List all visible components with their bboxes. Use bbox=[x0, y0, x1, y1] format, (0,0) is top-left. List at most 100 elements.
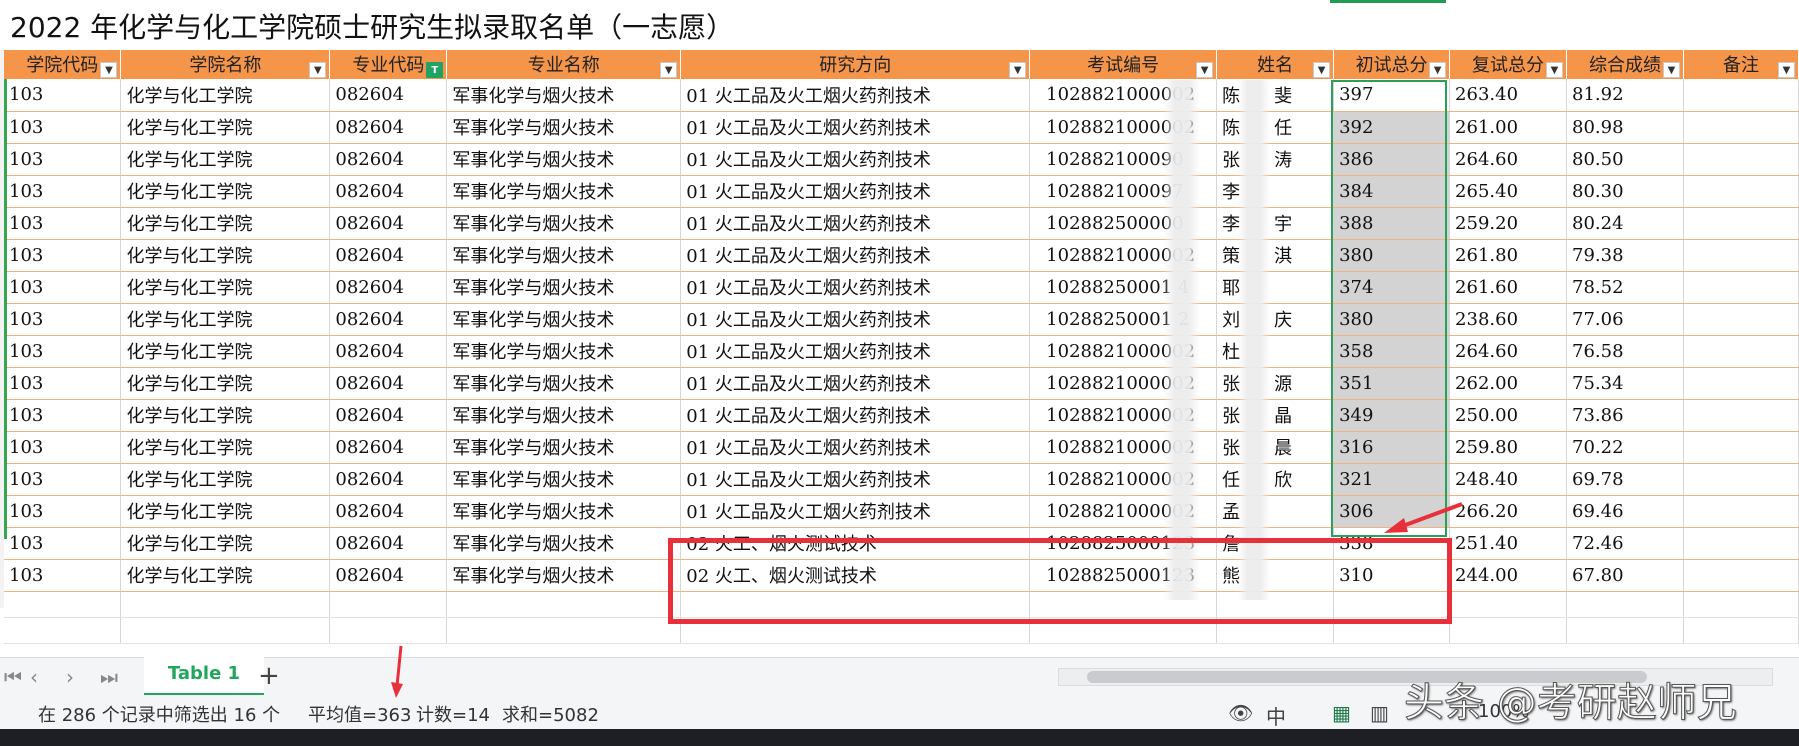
cell-remark[interactable] bbox=[1683, 367, 1799, 400]
column-header[interactable]: 学院名称 ▼ bbox=[120, 50, 331, 79]
cell-remark[interactable] bbox=[1683, 527, 1799, 560]
cell-remark[interactable] bbox=[1683, 335, 1799, 368]
empty-cell[interactable] bbox=[4, 591, 122, 618]
cell-student-name[interactable]: 张晨 bbox=[1216, 431, 1335, 464]
column-header[interactable]: 学院代码 ▼ bbox=[4, 50, 122, 79]
cell-college-name[interactable]: 化学与化工学院 bbox=[120, 367, 331, 400]
cell-student-name[interactable]: 陈任 bbox=[1216, 111, 1335, 144]
cell-major-name[interactable]: 军事化学与烟火技术 bbox=[446, 399, 682, 432]
filter-dropdown-icon[interactable]: ▼ bbox=[309, 62, 327, 78]
cell-retest-score[interactable]: 265.40 bbox=[1449, 175, 1567, 208]
cell-initial-score[interactable]: 351 bbox=[1333, 367, 1451, 400]
cell-remark[interactable] bbox=[1683, 463, 1799, 496]
cell-research-direction[interactable]: 01 火工品及火工烟火药剂技术 bbox=[680, 143, 1031, 176]
cell-student-name[interactable]: 陈斐 bbox=[1216, 79, 1335, 112]
cell-student-name[interactable]: 张晶 bbox=[1216, 399, 1335, 432]
cell-college-name[interactable]: 化学与化工学院 bbox=[120, 495, 331, 528]
cell-research-direction[interactable]: 01 火工品及火工烟火药剂技术 bbox=[680, 431, 1031, 464]
cell-remark[interactable] bbox=[1683, 271, 1799, 304]
tab-table-1[interactable]: Table 1 bbox=[144, 657, 264, 696]
column-header[interactable]: 姓名 ▼ bbox=[1216, 50, 1335, 79]
cell-college-code[interactable]: 103 bbox=[4, 239, 122, 272]
cell-major-name[interactable]: 军事化学与烟火技术 bbox=[446, 431, 682, 464]
cell-initial-score[interactable]: 380 bbox=[1333, 303, 1451, 336]
cell-initial-score[interactable]: 321 bbox=[1333, 463, 1451, 496]
cell-research-direction[interactable]: 01 火工品及火工烟火药剂技术 bbox=[680, 303, 1031, 336]
cell-remark[interactable] bbox=[1683, 207, 1799, 240]
filter-dropdown-icon[interactable]: ▼ bbox=[1546, 62, 1563, 78]
cell-major-code[interactable]: 082604 bbox=[329, 111, 448, 144]
cell-college-name[interactable]: 化学与化工学院 bbox=[120, 303, 331, 336]
cell-total-score[interactable]: 79.38 bbox=[1566, 239, 1684, 272]
cell-retest-score[interactable]: 261.80 bbox=[1449, 239, 1567, 272]
cell-remark[interactable] bbox=[1683, 303, 1799, 336]
cell-college-code[interactable]: 103 bbox=[4, 495, 122, 528]
cell-student-name[interactable]: 耶 bbox=[1216, 271, 1335, 304]
cell-major-code[interactable]: 082604 bbox=[329, 495, 448, 528]
cell-major-code[interactable]: 082604 bbox=[329, 463, 448, 496]
cell-total-score[interactable]: 76.58 bbox=[1566, 335, 1684, 368]
column-header[interactable]: 专业名称 ▼ bbox=[446, 50, 682, 79]
empty-cell[interactable] bbox=[1683, 617, 1799, 644]
cell-student-name[interactable]: 任欣 bbox=[1216, 463, 1335, 496]
cell-research-direction[interactable]: 01 火工品及火工烟火药剂技术 bbox=[680, 111, 1031, 144]
cell-college-name[interactable]: 化学与化工学院 bbox=[120, 399, 331, 432]
cell-research-direction[interactable]: 01 火工品及火工烟火药剂技术 bbox=[680, 399, 1031, 432]
cell-major-code[interactable]: 082604 bbox=[329, 271, 448, 304]
cell-college-name[interactable]: 化学与化工学院 bbox=[120, 79, 331, 112]
cell-initial-score[interactable]: 384 bbox=[1333, 175, 1451, 208]
filter-dropdown-icon[interactable]: ▼ bbox=[1429, 62, 1447, 78]
cell-student-name[interactable]: 李宇 bbox=[1216, 207, 1335, 240]
cell-total-score[interactable]: 75.34 bbox=[1566, 367, 1684, 400]
cell-remark[interactable] bbox=[1683, 79, 1799, 112]
cell-retest-score[interactable]: 259.80 bbox=[1449, 431, 1567, 464]
cell-major-name[interactable]: 军事化学与烟火技术 bbox=[446, 367, 682, 400]
empty-cell[interactable] bbox=[446, 591, 682, 618]
empty-cell[interactable] bbox=[1449, 591, 1567, 618]
filter-dropdown-icon[interactable]: ▼ bbox=[1662, 62, 1680, 78]
cell-major-name[interactable]: 军事化学与烟火技术 bbox=[446, 527, 682, 560]
cell-major-name[interactable]: 军事化学与烟火技术 bbox=[446, 239, 682, 272]
next-sheet-button[interactable]: › bbox=[66, 665, 74, 689]
cell-college-code[interactable]: 103 bbox=[4, 303, 122, 336]
cell-initial-score[interactable]: 349 bbox=[1333, 399, 1451, 432]
cell-college-name[interactable]: 化学与化工学院 bbox=[120, 335, 331, 368]
cell-college-code[interactable]: 103 bbox=[4, 367, 122, 400]
cell-college-code[interactable]: 103 bbox=[4, 431, 122, 464]
cell-major-name[interactable]: 军事化学与烟火技术 bbox=[446, 303, 682, 336]
cell-remark[interactable] bbox=[1683, 175, 1799, 208]
column-header[interactable]: 综合成绩 ▼ bbox=[1566, 50, 1684, 79]
cell-student-name[interactable]: 李 bbox=[1216, 175, 1335, 208]
eye-icon[interactable]: 👁 bbox=[1228, 701, 1253, 725]
cell-major-code[interactable]: 082604 bbox=[329, 399, 448, 432]
cell-college-code[interactable]: 103 bbox=[4, 463, 122, 496]
filter-dropdown-icon[interactable]: ▼ bbox=[1778, 62, 1795, 78]
cell-retest-score[interactable]: 262.00 bbox=[1449, 367, 1567, 400]
cell-major-name[interactable]: 军事化学与烟火技术 bbox=[446, 143, 682, 176]
cell-major-name[interactable]: 军事化学与烟火技术 bbox=[446, 271, 682, 304]
cell-initial-score[interactable]: 397 bbox=[1333, 79, 1451, 112]
cell-college-code[interactable]: 103 bbox=[4, 207, 122, 240]
cell-student-name[interactable]: 刘庆 bbox=[1216, 303, 1335, 336]
cell-retest-score[interactable]: 248.40 bbox=[1449, 463, 1567, 496]
filter-dropdown-icon[interactable]: ▼ bbox=[1313, 62, 1331, 78]
cell-major-name[interactable]: 军事化学与烟火技术 bbox=[446, 559, 682, 592]
cell-research-direction[interactable]: 01 火工品及火工烟火药剂技术 bbox=[680, 207, 1031, 240]
cell-research-direction[interactable]: 01 火工品及火工烟火药剂技术 bbox=[680, 495, 1031, 528]
column-header[interactable]: 考试编号 ▼ bbox=[1029, 50, 1218, 79]
cell-major-code[interactable]: 082604 bbox=[329, 367, 448, 400]
cell-college-code[interactable]: 103 bbox=[4, 271, 122, 304]
column-header[interactable]: 复试总分 ▼ bbox=[1449, 50, 1567, 79]
cell-college-name[interactable]: 化学与化工学院 bbox=[120, 527, 331, 560]
cell-initial-score[interactable]: 316 bbox=[1333, 431, 1451, 464]
cell-total-score[interactable]: 78.52 bbox=[1566, 271, 1684, 304]
cell-retest-score[interactable]: 244.00 bbox=[1449, 559, 1567, 592]
cell-total-score[interactable]: 72.46 bbox=[1566, 527, 1684, 560]
cell-remark[interactable] bbox=[1683, 559, 1799, 592]
cell-research-direction[interactable]: 01 火工品及火工烟火药剂技术 bbox=[680, 367, 1031, 400]
cell-total-score[interactable]: 77.06 bbox=[1566, 303, 1684, 336]
cell-research-direction[interactable]: 01 火工品及火工烟火药剂技术 bbox=[680, 271, 1031, 304]
cell-initial-score[interactable]: 388 bbox=[1333, 207, 1451, 240]
cell-major-name[interactable]: 军事化学与烟火技术 bbox=[446, 207, 682, 240]
cell-initial-score[interactable]: 386 bbox=[1333, 143, 1451, 176]
